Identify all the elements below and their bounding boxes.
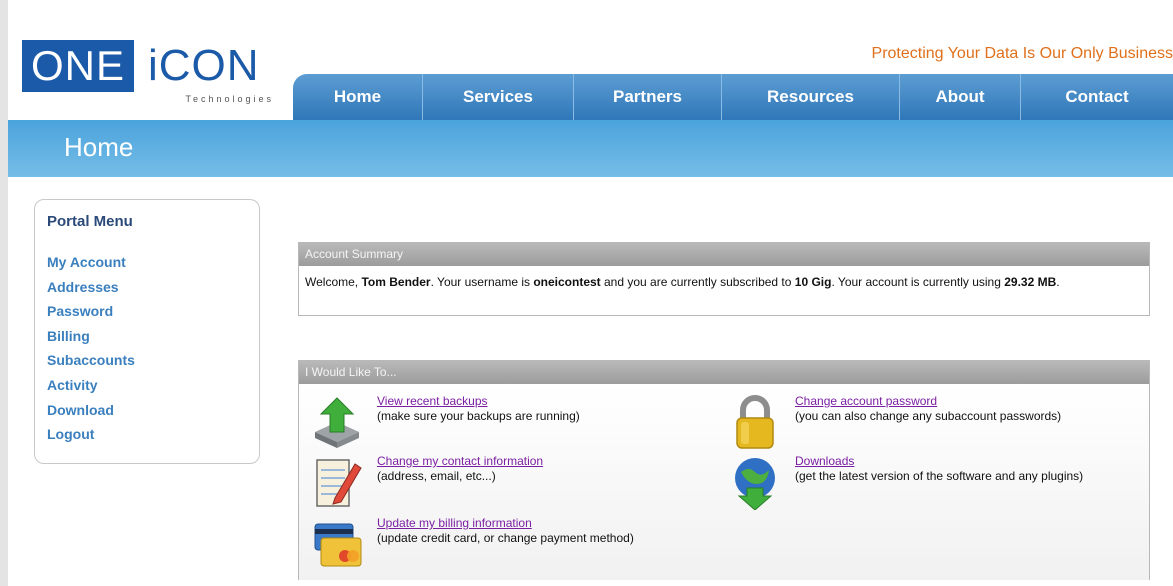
menu-item-logout[interactable]: Logout [47,426,135,451]
company-logo[interactable]: ONE iCON Technologies [22,40,282,110]
summary-text-3: . Your account is currently using [831,275,1005,289]
backup-upload-icon [315,397,359,448]
action-change-contact: Change my contact information (address, … [305,454,705,514]
nav-about[interactable]: About [900,74,1021,120]
change-account-password-desc: (you can also change any subaccount pass… [795,409,1062,423]
change-contact-info-link[interactable]: Change my contact information [377,454,543,468]
portal-menu-title: Portal Menu [47,213,133,230]
menu-item-my-account[interactable]: My Account [47,254,135,279]
summary-plan: 10 Gig [794,275,832,289]
view-recent-backups-link[interactable]: View recent backups [377,394,488,408]
menu-item-addresses[interactable]: Addresses [47,279,135,304]
logo-subtitle: Technologies [185,94,274,104]
summary-text-4: . [1056,275,1060,289]
action-change-password: Change account password (you can also ch… [723,394,1123,454]
logo-one-text: ONE [22,40,134,92]
menu-item-billing[interactable]: Billing [47,328,135,353]
actions-body: View recent backups (make sure your back… [299,384,1149,580]
change-contact-info-desc: (address, email, etc...) [377,469,496,483]
page-title: Home [64,132,134,162]
logo-icon-text: iCON [148,41,260,90]
action-update-billing: Update my billing information (update cr… [305,516,705,576]
portal-menu: Portal Menu My Account Addresses Passwor… [34,199,260,464]
credit-card-icon [314,523,362,567]
summary-username: oneicontest [533,275,601,289]
change-account-password-link[interactable]: Change account password [795,394,937,408]
menu-item-download[interactable]: Download [47,402,135,427]
action-view-backups: View recent backups (make sure your back… [305,394,705,454]
menu-item-subaccounts[interactable]: Subaccounts [47,352,135,377]
account-summary-header: Account Summary [299,243,1149,266]
menu-item-activity[interactable]: Activity [47,377,135,402]
summary-text-2: and you are currently subscribed to [600,275,795,289]
summary-text-1: . Your username is [430,275,534,289]
downloads-desc: (get the latest version of the software … [795,469,1084,483]
lock-icon [736,395,774,449]
menu-item-password[interactable]: Password [47,303,135,328]
summary-welcome: Welcome, [305,275,362,289]
update-billing-info-desc: (update credit card, or change payment m… [377,531,634,545]
downloads-link[interactable]: Downloads [795,454,854,468]
notepad-pencil-icon [316,459,362,507]
summary-usage: 29.32 MB [1004,275,1057,289]
globe-download-icon [735,458,775,510]
nav-resources[interactable]: Resources [722,74,900,120]
summary-user-name: Tom Bender [361,275,431,289]
account-summary-panel: Account Summary Welcome, Tom Bender. You… [298,242,1150,316]
page-banner: Home [8,120,1173,177]
view-recent-backups-desc: (make sure your backups are running) [377,409,580,423]
portal-menu-list: My Account Addresses Password Billing Su… [47,254,135,451]
main-nav: Home Services Partners Resources About C… [293,74,1173,120]
update-billing-info-link[interactable]: Update my billing information [377,516,532,530]
actions-header: I Would Like To... [299,361,1149,384]
nav-services[interactable]: Services [423,74,574,120]
nav-contact[interactable]: Contact [1021,74,1173,120]
tagline: Protecting Your Data Is Our Only Busines… [871,45,1173,62]
nav-partners[interactable]: Partners [574,74,722,120]
action-downloads: Downloads (get the latest version of the… [723,454,1123,514]
account-summary-text: Welcome, Tom Bender. Your username is on… [299,266,1149,298]
nav-home[interactable]: Home [293,74,423,120]
actions-panel: I Would Like To... View recent backups (… [298,360,1150,580]
